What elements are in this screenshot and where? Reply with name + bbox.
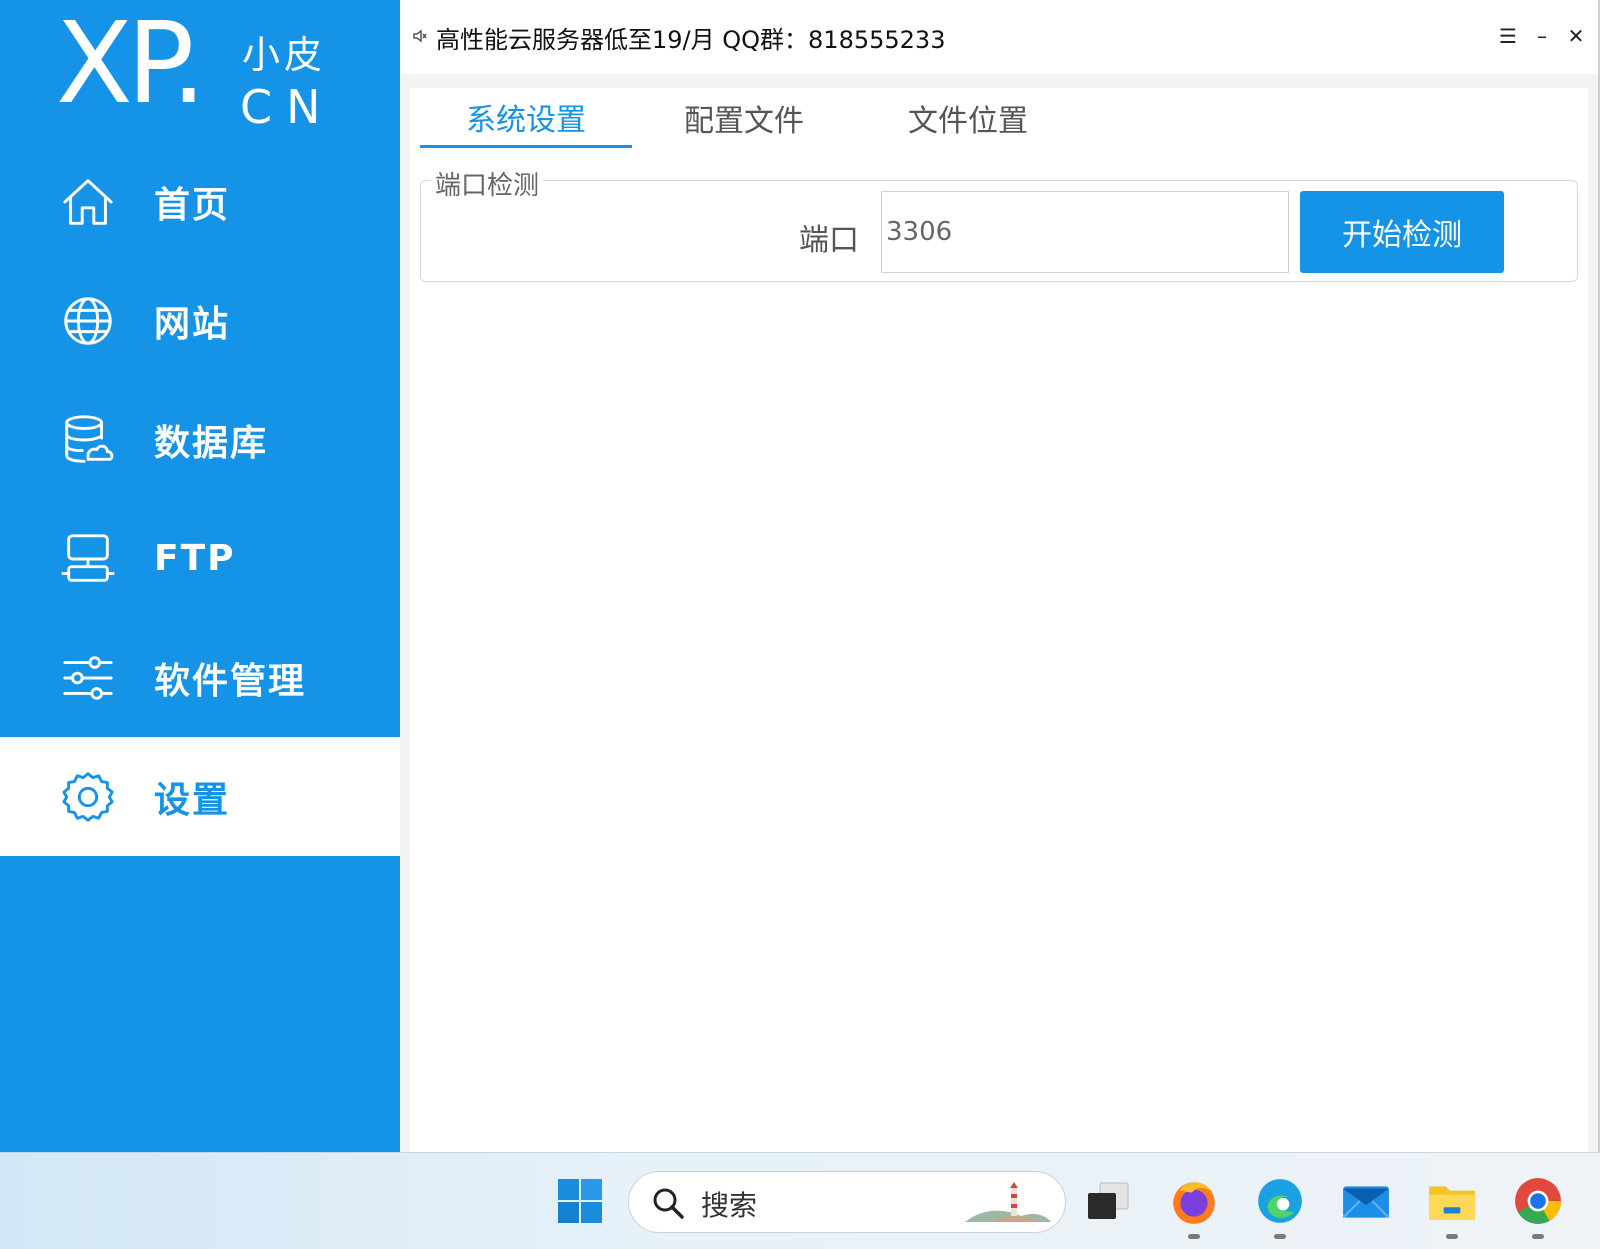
- home-icon: [58, 172, 118, 232]
- logo-name: 小皮: [242, 33, 327, 77]
- window-controls: ☰ – ✕: [1496, 24, 1588, 48]
- settings-tabs: 系统设置 配置文件 文件位置: [420, 88, 1080, 148]
- tab-config-files[interactable]: 配置文件: [632, 88, 856, 148]
- port-label: 端口: [799, 223, 859, 258]
- sidebar-nav: 首页 网站 数据库 FTP 软件管理 设置: [0, 142, 400, 856]
- search-icon: [651, 1186, 685, 1220]
- sidebar-item-label: 设置: [154, 779, 231, 821]
- sidebar-item-ftp[interactable]: FTP: [0, 499, 400, 618]
- gear-icon: [58, 767, 118, 827]
- title-bar: 高性能云服务器低至19/月 QQ群：818555233 ☰ – ✕: [400, 0, 1598, 74]
- running-indicator: [1446, 1234, 1458, 1239]
- task-view-icon[interactable]: [1080, 1173, 1136, 1229]
- sidebar-item-software[interactable]: 软件管理: [0, 618, 400, 737]
- ftp-icon: [58, 529, 118, 589]
- chrome-icon[interactable]: [1510, 1173, 1566, 1239]
- search-placeholder: 搜索: [701, 1189, 758, 1222]
- tab-file-locations[interactable]: 文件位置: [856, 88, 1080, 148]
- logo-brand: XP.: [56, 0, 206, 129]
- taskbar: 搜索: [0, 1152, 1600, 1249]
- sidebar-item-database[interactable]: 数据库: [0, 380, 400, 499]
- sidebar-item-label: 首页: [154, 184, 231, 226]
- sidebar-item-label: FTP: [154, 538, 236, 579]
- start-check-button[interactable]: 开始检测: [1300, 191, 1504, 273]
- minimize-button[interactable]: –: [1530, 24, 1554, 48]
- running-indicator: [1188, 1234, 1200, 1239]
- sidebar-item-label: 数据库: [154, 422, 269, 464]
- taskbar-search[interactable]: 搜索: [628, 1171, 1066, 1233]
- windows-start-icon[interactable]: [552, 1173, 608, 1229]
- globe-icon: [58, 291, 118, 351]
- speaker-icon: [412, 28, 428, 44]
- logo-domain: CN: [240, 80, 335, 134]
- sidebar-item-home[interactable]: 首页: [0, 142, 400, 261]
- tab-system-settings[interactable]: 系统设置: [420, 88, 632, 148]
- menu-icon[interactable]: ☰: [1496, 24, 1520, 48]
- firefox-icon[interactable]: [1166, 1173, 1222, 1239]
- close-button[interactable]: ✕: [1564, 24, 1588, 48]
- edge-icon[interactable]: [1252, 1173, 1308, 1239]
- settings-panel: 系统设置 配置文件 文件位置 端口检测 端口 开始检测: [410, 88, 1588, 1152]
- main-window: 高性能云服务器低至19/月 QQ群：818555233 ☰ – ✕ 系统设置 配…: [400, 0, 1600, 1152]
- port-input[interactable]: [881, 191, 1289, 273]
- sidebar-item-label: 网站: [154, 303, 231, 345]
- sliders-icon: [58, 648, 118, 708]
- sidebar: XP. 小皮 CN 首页 网站 数据库 FTP 软件管理 设置: [0, 0, 400, 1152]
- database-icon: [58, 410, 118, 470]
- file-explorer-icon[interactable]: [1424, 1173, 1480, 1239]
- lighthouse-icon: [963, 1178, 1053, 1228]
- sidebar-item-settings[interactable]: 设置: [0, 737, 400, 856]
- sidebar-item-websites[interactable]: 网站: [0, 261, 400, 380]
- announcement-text[interactable]: 高性能云服务器低至19/月 QQ群：818555233: [436, 20, 945, 55]
- running-indicator: [1274, 1234, 1286, 1239]
- mail-icon[interactable]: [1338, 1173, 1394, 1229]
- port-check-group: 端口检测 端口 开始检测: [420, 165, 1578, 282]
- running-indicator: [1532, 1234, 1544, 1239]
- sidebar-item-label: 软件管理: [154, 660, 307, 702]
- port-check-legend: 端口检测: [431, 165, 544, 202]
